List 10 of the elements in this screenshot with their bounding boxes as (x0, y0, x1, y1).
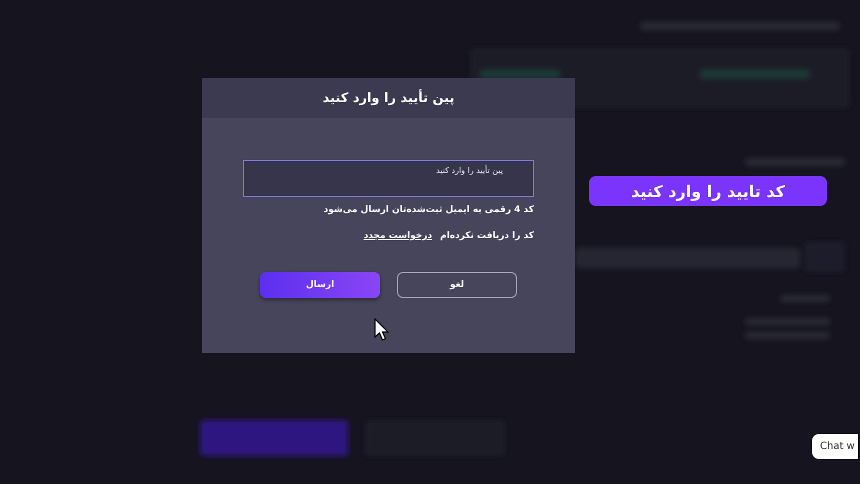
dialog-title: پین تأیید را وارد کنید (322, 90, 454, 106)
cancel-button[interactable]: لغو (397, 272, 517, 298)
pin-input-field[interactable]: پین تأیید را وارد کنید (243, 160, 534, 197)
callout-banner: کد تایید را وارد کنید (589, 176, 827, 206)
not-received-text: کد را دریافت نکرده‌ام (440, 231, 534, 241)
send-button[interactable]: ارسال (260, 272, 380, 298)
resend-link[interactable]: درخواست مجدد (364, 231, 432, 241)
chat-button[interactable]: Chat w (812, 434, 858, 459)
cursor-icon (374, 318, 390, 342)
hint-text: کد 4 رقمی به ایمیل ثبت‌شده‌تان ارسال می‌شود (322, 205, 534, 215)
